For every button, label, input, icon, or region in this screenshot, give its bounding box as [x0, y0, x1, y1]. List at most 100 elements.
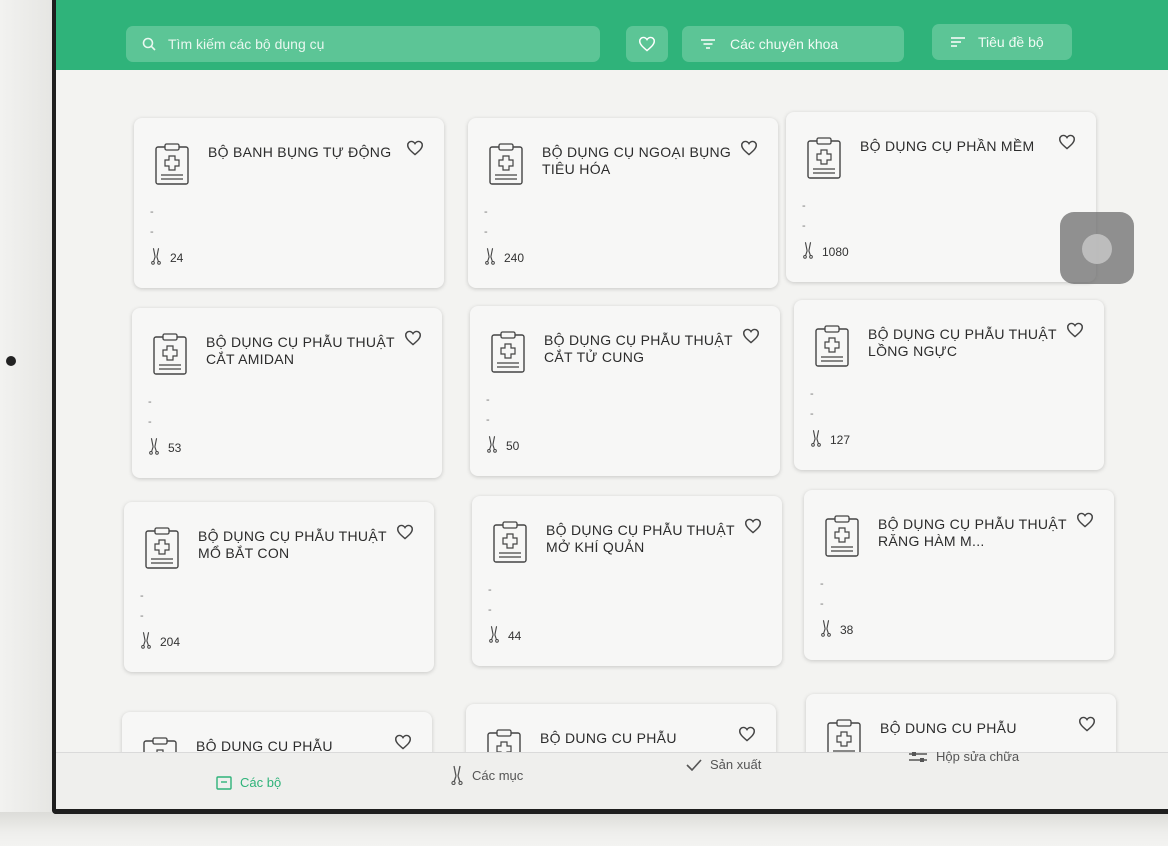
device-bezel: [0, 0, 52, 846]
favorite-heart-icon[interactable]: [404, 330, 422, 351]
instrument-icon: [451, 765, 463, 785]
kit-title: BỘ DUNG CU PHẪU: [880, 720, 1017, 736]
filter-icon: [701, 39, 715, 49]
kit-line-1: -: [810, 388, 814, 400]
instrument-count-value: 44: [508, 628, 522, 643]
clipboard-medical-icon: [152, 332, 188, 381]
instrument-count: 38: [820, 619, 853, 640]
instrument-icon: [810, 429, 822, 450]
heart-icon: [638, 36, 656, 52]
instrument-count-value: 240: [504, 250, 525, 265]
kit-box-icon: [216, 775, 232, 790]
favorite-heart-icon[interactable]: [742, 328, 760, 349]
kit-title: BỘ DUNG CU PHẪU: [540, 730, 677, 746]
kit-line-1: -: [140, 590, 144, 602]
check-icon: [686, 758, 702, 771]
instrument-count-value: 50: [506, 438, 520, 453]
kit-title: BỘ DỤNG CỤ PHẪU THUẬT RĂNG HÀM M...: [878, 516, 1067, 549]
kit-line-2: -: [486, 414, 490, 426]
clipboard-medical-icon: [814, 324, 850, 373]
sort-label: Tiêu đề bộ: [978, 34, 1044, 50]
kit-card[interactable]: BỘ BANH BỤNG TỰ ĐỘNG - - 24: [134, 118, 444, 288]
specialties-label: Các chuyên khoa: [730, 36, 839, 52]
favorite-heart-icon[interactable]: [1058, 134, 1076, 155]
kit-line-1: -: [820, 578, 824, 590]
kit-title: BỘ DỤNG CỤ PHẪU THUẬT MỔ BẮT CON: [198, 528, 387, 561]
kit-card[interactable]: BỘ DỤNG CỤ PHẪU THUẬT MỔ BẮT CON - - 204: [124, 502, 434, 672]
kit-card[interactable]: BỘ DỤNG CỤ PHẦN MỀM - - 1080: [786, 112, 1096, 282]
instrument-count: 44: [488, 625, 521, 646]
kit-line-1: -: [484, 206, 488, 218]
kit-title: BỘ DỤNG CỤ PHẪU THUẬT CẮT AMIDAN: [206, 334, 395, 367]
kit-card[interactable]: BỘ DỤNG CỤ PHẪU THUẬT CẮT AMIDAN - - 53: [132, 308, 442, 478]
instrument-count: 53: [148, 437, 181, 458]
kit-card[interactable]: BỘ DỤNG CỤ PHẪU THUẬT LỒNG NGỰC - - 127: [794, 300, 1104, 470]
clipboard-medical-icon: [824, 514, 860, 563]
kit-title: BỘ DỤNG CỤ PHẪU THUẬT CẮT TỬ CUNG: [544, 332, 733, 365]
clipboard-medical-icon: [492, 520, 528, 569]
clipboard-medical-icon: [490, 330, 526, 379]
kit-line-2: -: [150, 226, 154, 238]
assistive-touch-button[interactable]: [1060, 212, 1134, 284]
tab-repair-box-label: Hộp sửa chữa: [936, 749, 1020, 764]
clipboard-medical-icon: [488, 142, 524, 191]
tab-repair-box[interactable]: Hộp sửa chữa: [908, 749, 1019, 764]
kit-card[interactable]: BỘ DỤNG CỤ PHẪU THUẬT RĂNG HÀM M... - - 38: [804, 490, 1114, 660]
kit-card[interactable]: BỘ DỤNG CỤ PHẪU THUẬT CẮT TỬ CUNG - - 50: [470, 306, 780, 476]
instrument-count-value: 53: [168, 440, 182, 455]
search-input[interactable]: Tìm kiếm các bộ dụng cụ: [126, 26, 600, 62]
sort-icon: [951, 37, 965, 47]
tab-kits-label: Các bộ: [240, 775, 282, 790]
search-placeholder: Tìm kiếm các bộ dụng cụ: [168, 36, 325, 52]
favorite-heart-icon[interactable]: [1078, 716, 1096, 737]
instrument-icon: [488, 625, 500, 646]
instrument-count-value: 127: [830, 432, 851, 447]
instrument-icon: [486, 435, 498, 456]
instrument-count: 127: [810, 429, 850, 450]
tab-kits[interactable]: Các bộ: [216, 775, 281, 790]
favorite-heart-icon[interactable]: [406, 140, 424, 161]
kit-line-2: -: [484, 226, 488, 238]
front-camera: [6, 356, 16, 366]
favorite-heart-icon[interactable]: [738, 726, 756, 747]
favorites-filter-button[interactable]: [626, 26, 668, 62]
tab-production-label: Sản xuất: [710, 757, 762, 772]
instrument-icon: [802, 241, 814, 262]
kit-line-2: -: [488, 604, 492, 616]
kit-line-2: -: [148, 416, 152, 428]
instrument-count: 50: [486, 435, 519, 456]
kit-title: BỘ DỤNG CỤ PHẪU THUẬT LỒNG NGỰC: [868, 326, 1057, 359]
instrument-icon: [820, 619, 832, 640]
favorite-heart-icon[interactable]: [396, 524, 414, 545]
favorite-heart-icon[interactable]: [1076, 512, 1094, 533]
kit-line-2: -: [820, 598, 824, 610]
tab-items[interactable]: Các mục: [450, 765, 523, 785]
favorite-heart-icon[interactable]: [740, 140, 758, 161]
kit-line-1: -: [488, 584, 492, 596]
kit-card[interactable]: BỘ DỤNG CỤ PHẪU THUẬT MỞ KHÍ QUẢN - - 44: [472, 496, 782, 666]
top-header: Tìm kiếm các bộ dụng cụ Các chuyên khoa …: [56, 0, 1168, 70]
instrument-count: 1080: [802, 241, 849, 262]
favorite-heart-icon[interactable]: [744, 518, 762, 539]
kit-line-2: -: [140, 610, 144, 622]
sort-by-title-button[interactable]: Tiêu đề bộ: [932, 24, 1072, 60]
kit-card[interactable]: BỘ DỤNG CỤ NGOẠI BỤNG TIÊU HÓA - - 240: [468, 118, 778, 288]
favorite-heart-icon[interactable]: [1066, 322, 1084, 343]
clipboard-medical-icon: [154, 142, 190, 191]
kit-line-2: -: [810, 408, 814, 420]
instrument-count-value: 24: [170, 250, 184, 265]
instrument-count-value: 38: [840, 622, 854, 637]
clipboard-medical-icon: [806, 136, 842, 185]
instrument-count: 24: [150, 247, 183, 268]
kit-line-1: -: [150, 206, 154, 218]
instrument-icon: [148, 437, 160, 458]
kit-line-1: -: [148, 396, 152, 408]
repair-box-icon: [909, 751, 927, 762]
instrument-count-value: 1080: [822, 244, 849, 259]
kit-title: BỘ DỤNG CỤ PHẪU THUẬT MỞ KHÍ QUẢN: [546, 522, 735, 555]
kit-line-1: -: [486, 394, 490, 406]
kit-line-1: -: [802, 200, 806, 212]
specialties-filter-button[interactable]: Các chuyên khoa: [682, 26, 904, 62]
tab-items-label: Các mục: [472, 767, 524, 783]
tab-production[interactable]: Sản xuất: [686, 757, 761, 772]
